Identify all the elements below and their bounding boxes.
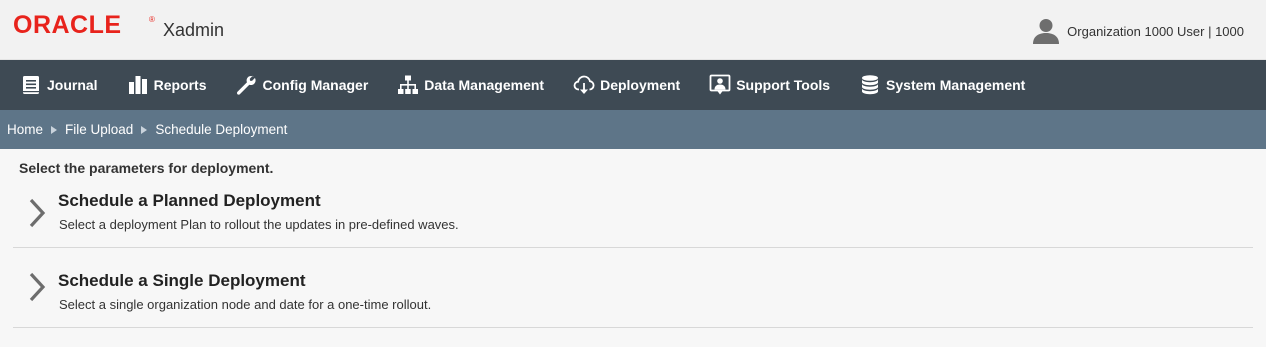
nav-item-label: Journal	[47, 77, 98, 93]
option-title: Schedule a Planned Deployment	[58, 191, 321, 210]
option-planned-deployment[interactable]: Schedule a Planned Deployment Select a d…	[13, 180, 1253, 248]
nav-item-label: Data Management	[424, 77, 545, 93]
user-menu[interactable]: Organization 1000 User | 1000	[1032, 17, 1244, 45]
journal-icon	[20, 74, 42, 96]
nav-item-journal[interactable]: Journal	[20, 60, 98, 110]
breadcrumb-home[interactable]: Home	[7, 122, 43, 137]
chevron-right-icon	[28, 272, 48, 302]
nav-item-deployment[interactable]: Deployment	[573, 60, 680, 110]
nav-item-support-tools[interactable]: Support Tools	[709, 60, 830, 110]
nav-item-reports[interactable]: Reports	[127, 60, 207, 110]
main-content: Select the parameters for deployment. Sc…	[0, 160, 1266, 328]
nav-item-label: Support Tools	[736, 77, 831, 93]
support-person-icon	[709, 74, 731, 96]
option-single-deployment[interactable]: Schedule a Single Deployment Select a si…	[13, 248, 1253, 328]
nav-item-config-manager[interactable]: Config Manager	[235, 60, 368, 110]
wrench-icon	[235, 74, 257, 96]
main-nav: Journal Reports Config Manager Data Mana…	[0, 60, 1266, 110]
person-icon	[1032, 17, 1060, 45]
registered-mark: ®	[149, 15, 155, 24]
app-name: Xadmin	[163, 20, 225, 40]
breadcrumb-file-upload[interactable]: File Upload	[65, 122, 133, 137]
option-description: Select a single organization node and da…	[59, 297, 432, 312]
option-description: Select a deployment Plan to rollout the …	[59, 217, 459, 232]
oracle-logo: ORACLE	[13, 11, 122, 39]
cloud-download-icon	[573, 74, 595, 96]
nav-item-data-management[interactable]: Data Management	[397, 60, 544, 110]
option-title: Schedule a Single Deployment	[58, 271, 306, 290]
breadcrumb-current: Schedule Deployment	[155, 122, 288, 137]
breadcrumb-separator-icon	[51, 125, 58, 134]
intro-text: Select the parameters for deployment.	[19, 160, 274, 176]
nav-item-label: System Management	[886, 77, 1026, 93]
chevron-right-icon	[28, 198, 48, 228]
breadcrumb: Home File Upload Schedule Deployment	[0, 110, 1266, 149]
nav-item-label: Config Manager	[262, 77, 369, 93]
nav-item-label: Deployment	[600, 77, 681, 93]
user-label: Organization 1000 User | 1000	[1067, 23, 1244, 39]
nav-item-label: Reports	[153, 77, 207, 93]
database-icon	[859, 74, 881, 96]
app-header: ORACLE ® Xadmin Organization 1000 User |…	[0, 0, 1266, 60]
bar-chart-icon	[127, 74, 149, 96]
hierarchy-icon	[397, 74, 419, 96]
nav-item-system-management[interactable]: System Management	[859, 60, 1025, 110]
breadcrumb-separator-icon	[141, 125, 148, 134]
